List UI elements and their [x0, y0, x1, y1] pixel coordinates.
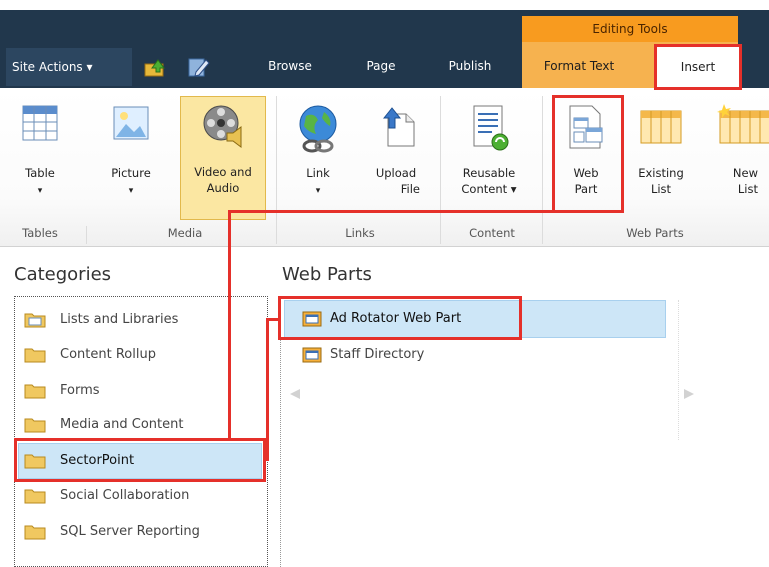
group-label-web-parts: Web Parts [626, 226, 684, 240]
web-part-item-icon [302, 347, 322, 363]
ad-rotator-highlight [278, 296, 522, 340]
new-list-icon [717, 104, 769, 144]
video-and-audio-label-line2: Audio [206, 181, 240, 195]
site-actions-menu[interactable]: Site Actions ▾ [6, 48, 132, 86]
existing-list-label-line1: Existing [638, 166, 684, 180]
group-label-separator [86, 226, 87, 244]
upload-file-button[interactable]: Upload File [366, 98, 426, 222]
scroll-right-arrow-icon[interactable] [682, 387, 696, 401]
upload-file-label-line1: Upload [375, 166, 417, 180]
upload-file-icon [382, 107, 415, 147]
callout-connector [266, 458, 269, 461]
category-label: Content Rollup [60, 347, 156, 362]
group-label-tables: Tables [22, 226, 58, 240]
editing-tools-context-label: Editing Tools [522, 16, 738, 42]
picture-button[interactable]: Picture ▾ [102, 98, 160, 222]
callout-connector [266, 318, 269, 460]
video-and-audio-label-line1: Video and [194, 165, 252, 179]
folder-icon [24, 348, 46, 363]
callout-connector [228, 210, 231, 438]
category-label: Social Collaboration [60, 488, 190, 503]
web-part-item[interactable]: Staff Directory [302, 344, 562, 366]
group-separator [542, 96, 543, 244]
category-label: Lists and Libraries [60, 312, 179, 327]
tab-browse[interactable]: Browse [252, 46, 328, 86]
new-list-label-line2: List [737, 182, 758, 196]
tab-format-text[interactable]: Format Text [526, 46, 632, 86]
category-item[interactable]: Social Collaboration [24, 485, 254, 507]
reusable-content-label-line2: Content ▾ [461, 182, 517, 196]
reusable-content-icon [473, 105, 509, 151]
category-label: Forms [60, 383, 100, 398]
dropdown-arrow-icon: ▾ [315, 186, 321, 196]
category-item[interactable]: SQL Server Reporting [24, 521, 254, 543]
sectorpoint-highlight [14, 438, 266, 482]
new-list-label-line1: New [732, 166, 758, 180]
edit-page-icon[interactable] [186, 56, 210, 78]
folder-icon [24, 418, 46, 433]
existing-list-icon [640, 110, 682, 144]
tab-publish[interactable]: Publish [430, 46, 510, 86]
categories-title: Categories [14, 264, 112, 285]
reusable-content-button[interactable]: Reusable Content ▾ [448, 98, 530, 222]
table-icon [22, 105, 58, 141]
existing-list-label-line2: List [650, 182, 672, 196]
scroll-left-arrow-icon[interactable] [288, 387, 302, 401]
link-globe-icon [299, 105, 337, 153]
lists-folder-icon [24, 313, 46, 328]
video-audio-icon [203, 105, 242, 148]
link-label: Link [306, 166, 330, 180]
insert-tab-highlight [654, 44, 742, 90]
video-and-audio-button[interactable]: Video and Audio [180, 96, 266, 220]
table-label: Table [25, 166, 55, 180]
picture-icon [113, 106, 149, 140]
picture-label: Picture [111, 166, 151, 180]
upload-file-label-line2: File [400, 182, 420, 196]
new-list-button[interactable]: New List [706, 98, 769, 222]
callout-connector [228, 210, 622, 213]
existing-list-button[interactable]: Existing List [628, 98, 694, 222]
web-parts-title: Web Parts [282, 264, 372, 285]
dropdown-arrow-icon: ▾ [128, 186, 134, 196]
group-label-content: Content [469, 226, 515, 240]
group-label-separator [276, 226, 277, 244]
group-separator [276, 96, 277, 244]
reusable-content-label-line1: Reusable [462, 166, 516, 180]
category-label: SQL Server Reporting [60, 524, 200, 539]
tab-page[interactable]: Page [346, 46, 416, 86]
web-part-label: Staff Directory [330, 347, 425, 362]
dropdown-arrow-icon: ▾ [37, 186, 43, 196]
folder-icon [24, 525, 46, 540]
category-item[interactable]: Lists and Libraries [24, 309, 254, 331]
category-item[interactable]: Media and Content [24, 414, 254, 436]
web-part-button-highlight [552, 95, 624, 213]
link-button[interactable]: Link ▾ [288, 98, 348, 222]
navigate-up-icon[interactable] [144, 56, 168, 78]
folder-icon [24, 384, 46, 399]
group-label-media: Media [167, 226, 203, 240]
top-strip [0, 0, 769, 10]
group-separator [440, 96, 441, 244]
category-item[interactable]: Forms [24, 380, 254, 402]
category-item[interactable]: Content Rollup [24, 344, 254, 366]
group-label-links: Links [345, 226, 375, 240]
table-button[interactable]: Table ▾ [14, 98, 66, 222]
web-parts-column-divider [678, 300, 679, 440]
category-label: Media and Content [60, 417, 184, 432]
folder-icon [24, 489, 46, 504]
